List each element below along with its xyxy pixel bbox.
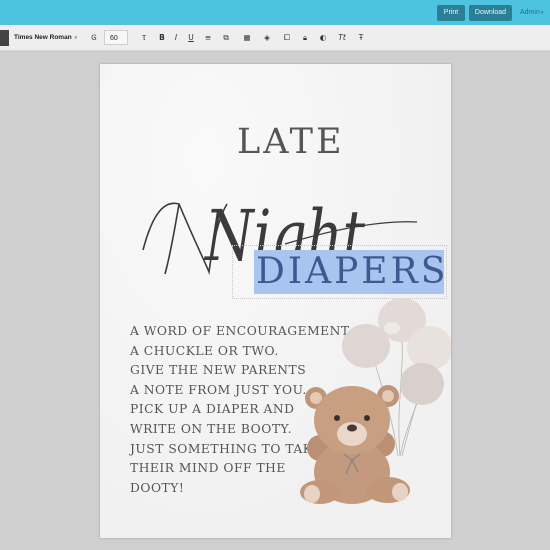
admin-label: Admin — [520, 9, 540, 16]
balloon — [400, 363, 444, 405]
copy-icon[interactable]: ⧠ — [281, 30, 293, 46]
resize-icon[interactable]: ⧉ — [220, 30, 232, 46]
chevron-down-icon: ▾ — [74, 35, 78, 41]
teddy-bear-illustration[interactable] — [292, 296, 451, 506]
title-late[interactable]: LATE — [237, 122, 355, 162]
download-button[interactable]: Download — [469, 5, 512, 21]
font-family-value: Times New Roman — [14, 34, 72, 41]
admin-menu[interactable]: Admin▾ — [520, 5, 543, 21]
duplicate-icon[interactable]: ◈ — [261, 30, 273, 46]
opacity-icon[interactable]: ◐ — [317, 30, 329, 46]
chevron-down-icon: ▾ — [540, 10, 544, 16]
layers-icon[interactable]: ▦ — [241, 30, 253, 46]
lock-icon[interactable]: 🔒︎ — [299, 30, 311, 46]
italic-icon[interactable]: I — [170, 30, 182, 46]
color-swatch[interactable] — [0, 30, 9, 46]
balloon — [342, 324, 390, 368]
bold-icon[interactable]: B — [156, 30, 168, 46]
letter-spacing-icon[interactable]: Ŧ — [355, 30, 367, 46]
app-header: Print Download Admin▾ — [0, 0, 550, 25]
title-diapers[interactable]: DIAPERS — [256, 250, 448, 294]
text-height-icon[interactable]: Ⲧ — [138, 30, 150, 46]
underline-icon[interactable]: U — [185, 30, 197, 46]
print-button[interactable]: Print — [437, 5, 465, 21]
teddy-bear — [300, 385, 410, 504]
text-transform-icon[interactable]: Tt — [336, 30, 348, 46]
balloon-shine — [384, 322, 400, 334]
font-family-select[interactable]: Times New Roman ▾ — [14, 30, 82, 46]
font-size-input[interactable]: 60 — [104, 30, 128, 45]
balloon — [407, 326, 451, 370]
format-toolbar: Times New Roman ▾ Ꮆ 60 Ⲧ B I U ≡ ⧉ ▦ ◈ ⧠… — [0, 25, 550, 51]
document-page[interactable]: LATE Night DIAPERS A WORD OF ENCOURAGEME… — [100, 64, 451, 538]
format-paint-icon[interactable]: Ꮆ — [88, 30, 100, 46]
align-icon[interactable]: ≡ — [202, 30, 214, 46]
